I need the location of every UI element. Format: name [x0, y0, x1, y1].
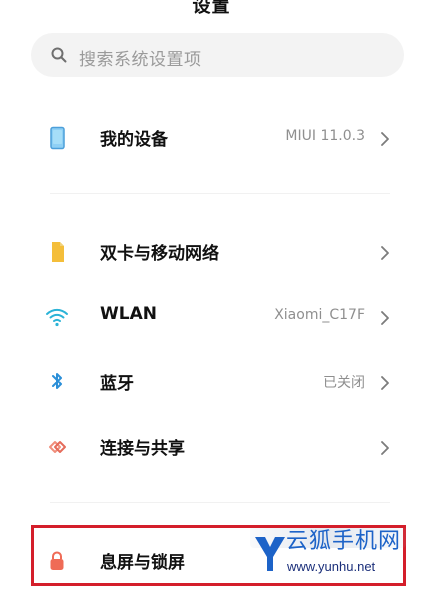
section-divider	[50, 193, 390, 194]
chevron-right-icon	[381, 311, 389, 325]
my-device-label: 我的设备	[100, 130, 168, 150]
page-title: 设置	[192, 0, 231, 17]
settings-screen: 设置 搜索系统设置项 我的设备 MIUI 11.0.3 双卡与移动网络 WLAN…	[0, 0, 423, 591]
my-device-value: MIUI 11.0.3	[285, 128, 365, 144]
watermark-url: www.yunhu.net	[287, 559, 376, 574]
bluetooth-label: 蓝牙	[100, 374, 134, 394]
bluetooth-icon	[52, 373, 62, 389]
connection-sharing-label: 连接与共享	[100, 439, 185, 459]
dual-sim-label: 双卡与移动网络	[100, 244, 219, 264]
chevron-right-icon	[381, 246, 389, 260]
watermark: 云狐手机网 www.yunhu.net	[250, 528, 406, 584]
settings-item-wlan[interactable]: WLAN Xiaomi_C17F	[0, 289, 423, 345]
connection-sharing-icon	[49, 441, 66, 453]
settings-item-bluetooth[interactable]: 蓝牙 已关闭	[0, 354, 423, 410]
yunhu-logo-icon	[255, 537, 285, 571]
chevron-right-icon	[381, 376, 389, 390]
wifi-icon	[46, 308, 68, 327]
chevron-right-icon	[381, 132, 389, 146]
search-placeholder: 搜索系统设置项	[79, 50, 202, 70]
chevron-right-icon	[381, 441, 389, 455]
settings-item-dual-sim-mobile-network[interactable]: 双卡与移动网络	[0, 224, 423, 280]
settings-item-connection-sharing[interactable]: 连接与共享	[0, 419, 423, 475]
lock-icon	[50, 551, 64, 570]
section-divider	[50, 502, 390, 503]
watermark-title: 云狐手机网	[286, 529, 402, 554]
wlan-label: WLAN	[100, 304, 157, 324]
device-icon	[50, 126, 65, 150]
screen-lock-label: 息屏与锁屏	[100, 553, 185, 573]
wlan-value: Xiaomi_C17F	[274, 307, 365, 323]
search-icon	[51, 47, 67, 63]
search-bar[interactable]: 搜索系统设置项	[31, 33, 404, 77]
bluetooth-value: 已关闭	[323, 375, 365, 391]
settings-item-my-device[interactable]: 我的设备 MIUI 11.0.3	[0, 110, 423, 166]
sim-card-icon	[52, 242, 64, 262]
